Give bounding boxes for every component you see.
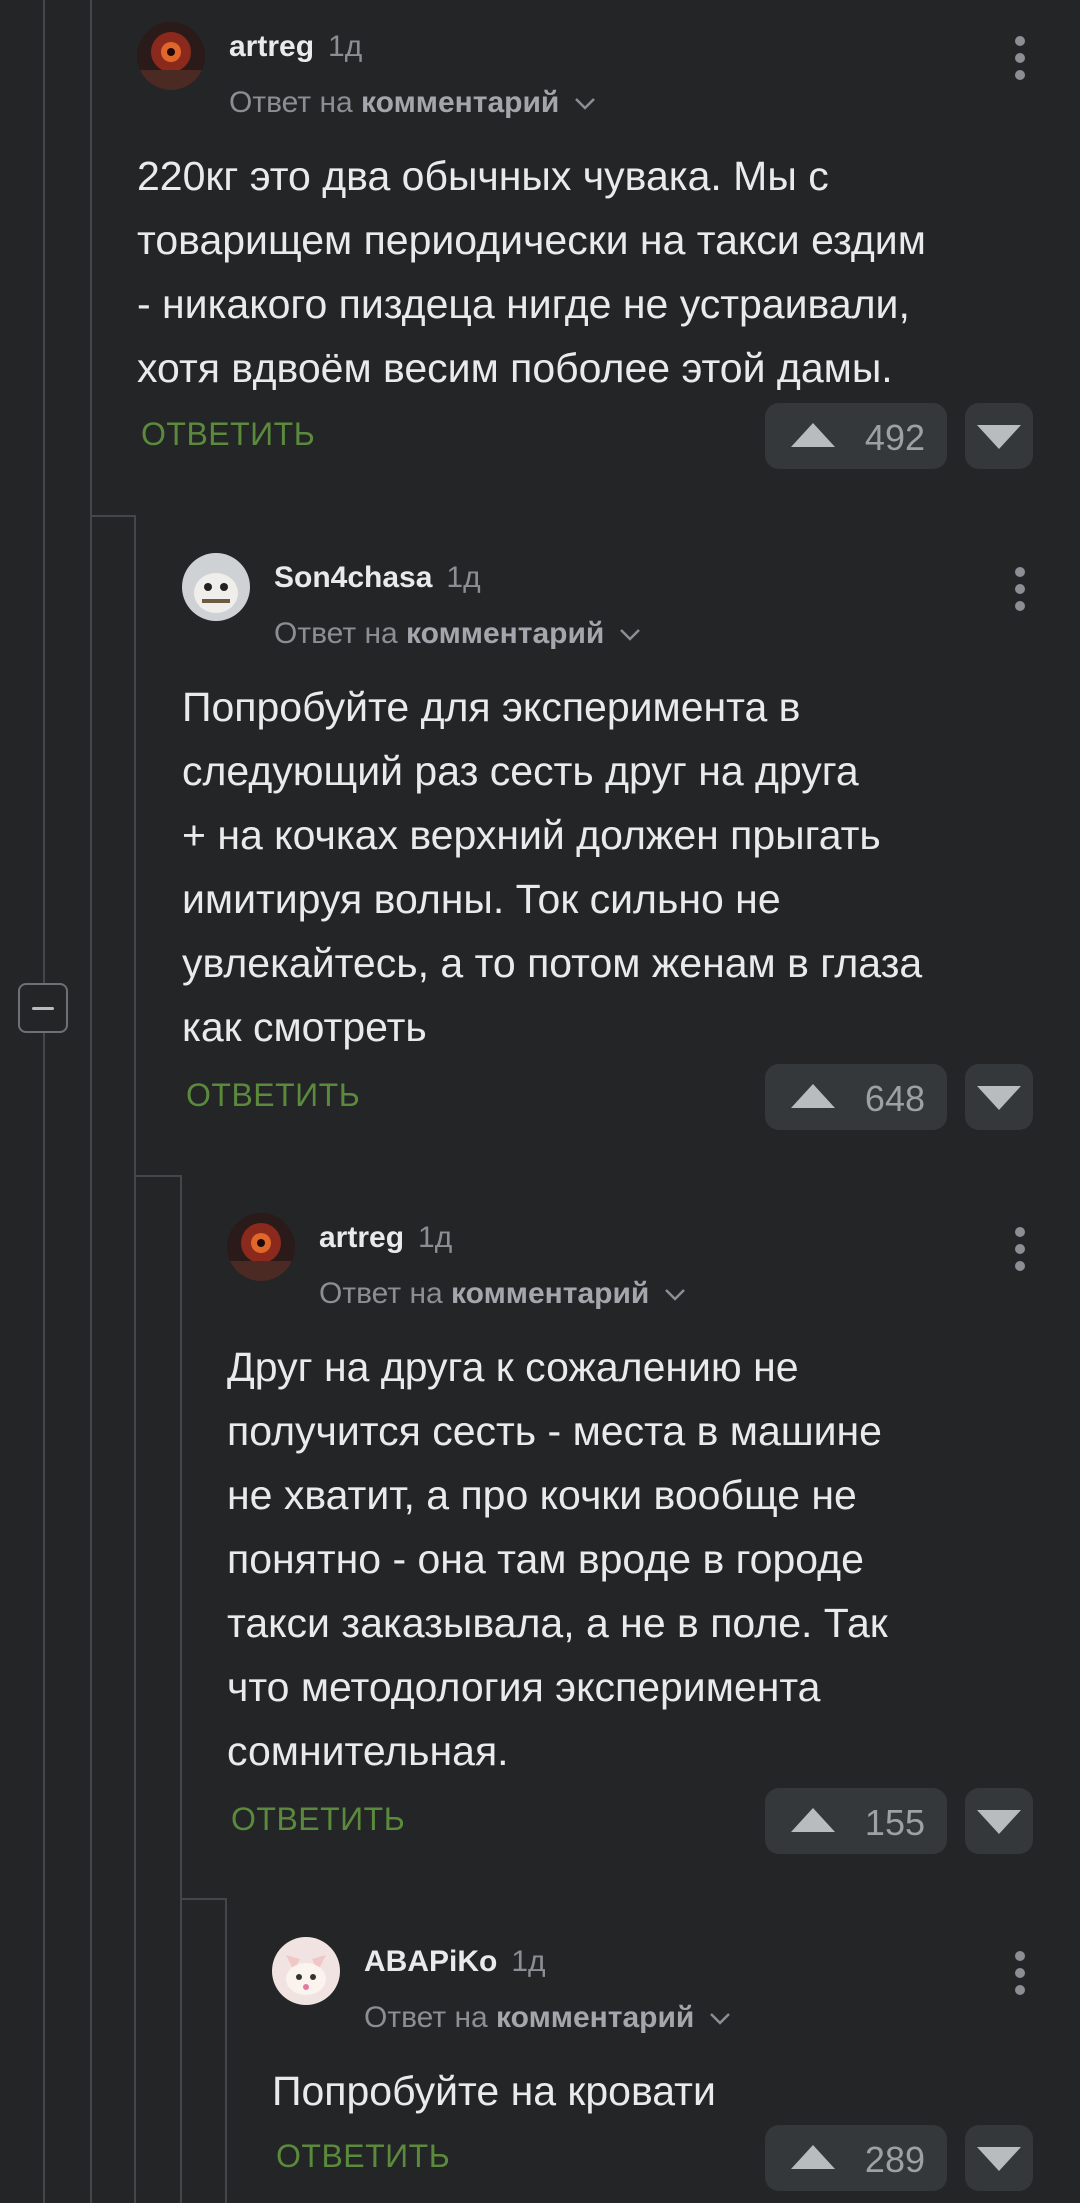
arrow-up-icon [791,2145,835,2169]
reply-to-link[interactable]: Ответ на комментарий [364,2001,731,2035]
comment-text: 220кг это два обычных чувака. Мы с товар… [137,153,926,391]
upvote-button[interactable]: 648 [765,1064,947,1130]
username[interactable]: artreg 1д [229,30,362,64]
arrow-up-icon [791,1084,835,1108]
comment-time: 1д [446,561,481,594]
reply-target[interactable]: комментарий [361,86,559,119]
reply-prefix: Ответ на [319,1277,443,1310]
reply-prefix: Ответ на [364,2001,488,2034]
avatar[interactable] [272,1937,340,2005]
rating-count: 648 [864,1078,925,1119]
reply-target[interactable]: комментарий [406,617,604,650]
comment-text: Попробуйте для эксперимента в следующий … [182,684,923,1050]
username-text[interactable]: artreg [229,30,314,63]
username[interactable]: artreg 1д [319,1221,452,1255]
thread-branch-4 [134,1175,182,1177]
arrow-up-icon [791,423,835,447]
more-options-icon[interactable] [1014,567,1026,611]
thread-line-4 [180,1175,182,2203]
reply-prefix: Ответ на [274,617,398,650]
more-options-icon[interactable] [1014,1951,1026,1995]
thread-line-1-lower [43,1033,45,2203]
arrow-down-icon [977,2147,1021,2171]
reply-to-link[interactable]: Ответ на комментарий [319,1277,686,1311]
thread-line-5 [225,1898,227,2203]
downvote-button[interactable] [965,2125,1033,2191]
arrow-down-icon [977,1086,1021,1110]
reply-target[interactable]: комментарий [496,2001,694,2034]
thread-line-1 [43,0,45,983]
more-options-icon[interactable] [1014,36,1026,80]
chevron-down-icon[interactable] [664,1288,686,1302]
reply-prefix: Ответ на [229,86,353,119]
arrow-up-icon [791,1808,835,1832]
reply-button[interactable]: ОТВЕТИТЬ [141,416,315,453]
comment-time: 1д [328,30,363,63]
avatar[interactable] [227,1213,295,1281]
more-options-icon[interactable] [1014,1227,1026,1271]
comment-time: 1д [511,1945,546,1978]
reply-to-link[interactable]: Ответ на комментарий [274,617,641,651]
collapse-thread-button[interactable] [18,983,68,1033]
downvote-button[interactable] [965,1788,1033,1854]
reply-to-link[interactable]: Ответ на комментарий [229,86,596,120]
rating-count: 492 [864,417,925,458]
chevron-down-icon[interactable] [619,628,641,642]
username[interactable]: Son4chasa 1д [274,561,481,595]
reply-button[interactable]: ОТВЕТИТЬ [186,1077,360,1114]
upvote-button[interactable]: 155 [765,1788,947,1854]
chevron-down-icon[interactable] [574,97,596,111]
upvote-button[interactable]: 492 [765,403,947,469]
thread-line-3 [134,515,136,2203]
reply-button[interactable]: ОТВЕТИТЬ [231,1801,405,1838]
comment-3: artreg 1д Ответ на комментарий Друг на др… [227,1213,1037,1854]
arrow-down-icon [977,1810,1021,1834]
arrow-down-icon [977,425,1021,449]
comment-time: 1д [418,1221,453,1254]
thread-branch-3 [90,515,136,517]
avatar[interactable] [137,22,205,90]
comment-1: artreg 1д Ответ на комментарий 220кг это … [137,22,1037,472]
avatar[interactable] [182,553,250,621]
comment-text: Друг на друга к сожалению не получится с… [227,1344,888,1774]
thread-line-2 [90,0,92,2203]
comment-text: Попробуйте на кровати [272,2068,716,2114]
rating-count: 289 [864,2139,925,2180]
username-text[interactable]: ABAPiKo [364,1945,497,1978]
upvote-button[interactable]: 289 [765,2125,947,2191]
downvote-button[interactable] [965,403,1033,469]
comment-4: ABAPiKo 1д Ответ на комментарий Попробуйт… [272,1937,1037,2203]
username-text[interactable]: Son4chasa [274,561,432,594]
thread-branch-5 [180,1898,227,1900]
reply-button[interactable]: ОТВЕТИТЬ [276,2138,450,2175]
comment-2: Son4chasa 1д Ответ на комментарий Попробу… [182,553,1037,1133]
reply-target[interactable]: комментарий [451,1277,649,1310]
downvote-button[interactable] [965,1064,1033,1130]
username-text[interactable]: artreg [319,1221,404,1254]
chevron-down-icon[interactable] [709,2012,731,2026]
username[interactable]: ABAPiKo 1д [364,1945,546,1979]
rating-count: 155 [864,1802,925,1843]
